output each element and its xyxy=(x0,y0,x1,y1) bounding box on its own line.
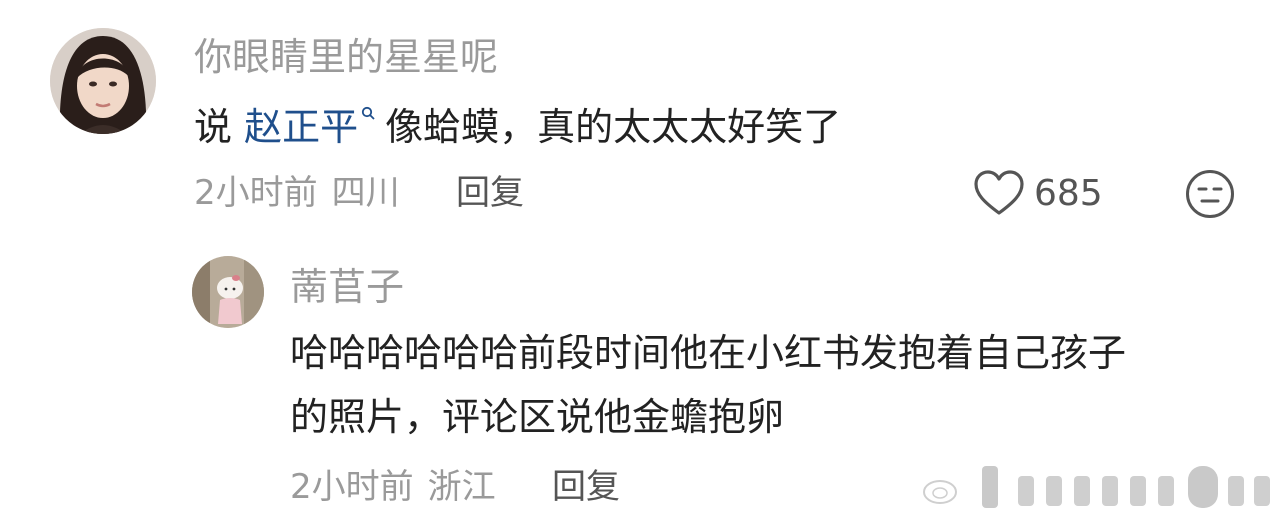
emoji-reaction-button[interactable] xyxy=(1184,168,1236,220)
reply-time: 2小时前 xyxy=(290,467,414,507)
comment-username[interactable]: 你眼睛里的星星呢 xyxy=(194,38,498,76)
reply-button[interactable]: 回复 xyxy=(456,176,524,210)
comment-location: 四川 xyxy=(331,173,400,213)
like-count: 685 xyxy=(1034,173,1103,214)
comment-time: 2小时前 xyxy=(194,173,318,213)
reply-text-line2: 的照片，评论区说他金蟾抱卵 xyxy=(290,395,785,439)
reply-reply-button[interactable]: 回复 xyxy=(552,470,620,504)
comment-text-before: 说 xyxy=(194,105,233,149)
comment-text-after: 像蛤蟆，真的太太太好笑了 xyxy=(385,105,842,149)
avatar-woman-image xyxy=(50,28,156,134)
like-button[interactable] xyxy=(972,168,1026,218)
watermark-logo xyxy=(918,462,1276,512)
reply-username[interactable]: 萳苢子 xyxy=(290,268,404,306)
mention-link[interactable]: 赵正平 xyxy=(244,105,385,149)
avatar[interactable] xyxy=(50,28,156,134)
search-icon xyxy=(362,106,375,120)
reply-text-line1: 哈哈哈哈哈哈前段时间他在小红书发抱着自己孩子 xyxy=(290,331,1127,375)
reply-meta: 2小时前 浙江 xyxy=(290,470,496,504)
weibo-watermark-image xyxy=(923,466,1270,508)
heart-outline-icon xyxy=(974,170,1024,215)
reply-avatar-image xyxy=(192,256,264,328)
reply-avatar[interactable] xyxy=(192,256,264,328)
neutral-face-icon xyxy=(1186,170,1234,218)
comment-meta: 2小时前 四川 xyxy=(194,176,400,210)
comment-thread: 你眼睛里的星星呢 说 赵正平 像蛤蟆，真的太太太好笑了 2小时前 四川 回复 685… xyxy=(0,0,1284,520)
comment-text: 说 赵正平 像蛤蟆，真的太太太好笑了 xyxy=(194,106,841,146)
reply-location: 浙江 xyxy=(427,467,496,507)
mention-label: 赵正平 xyxy=(244,105,359,149)
